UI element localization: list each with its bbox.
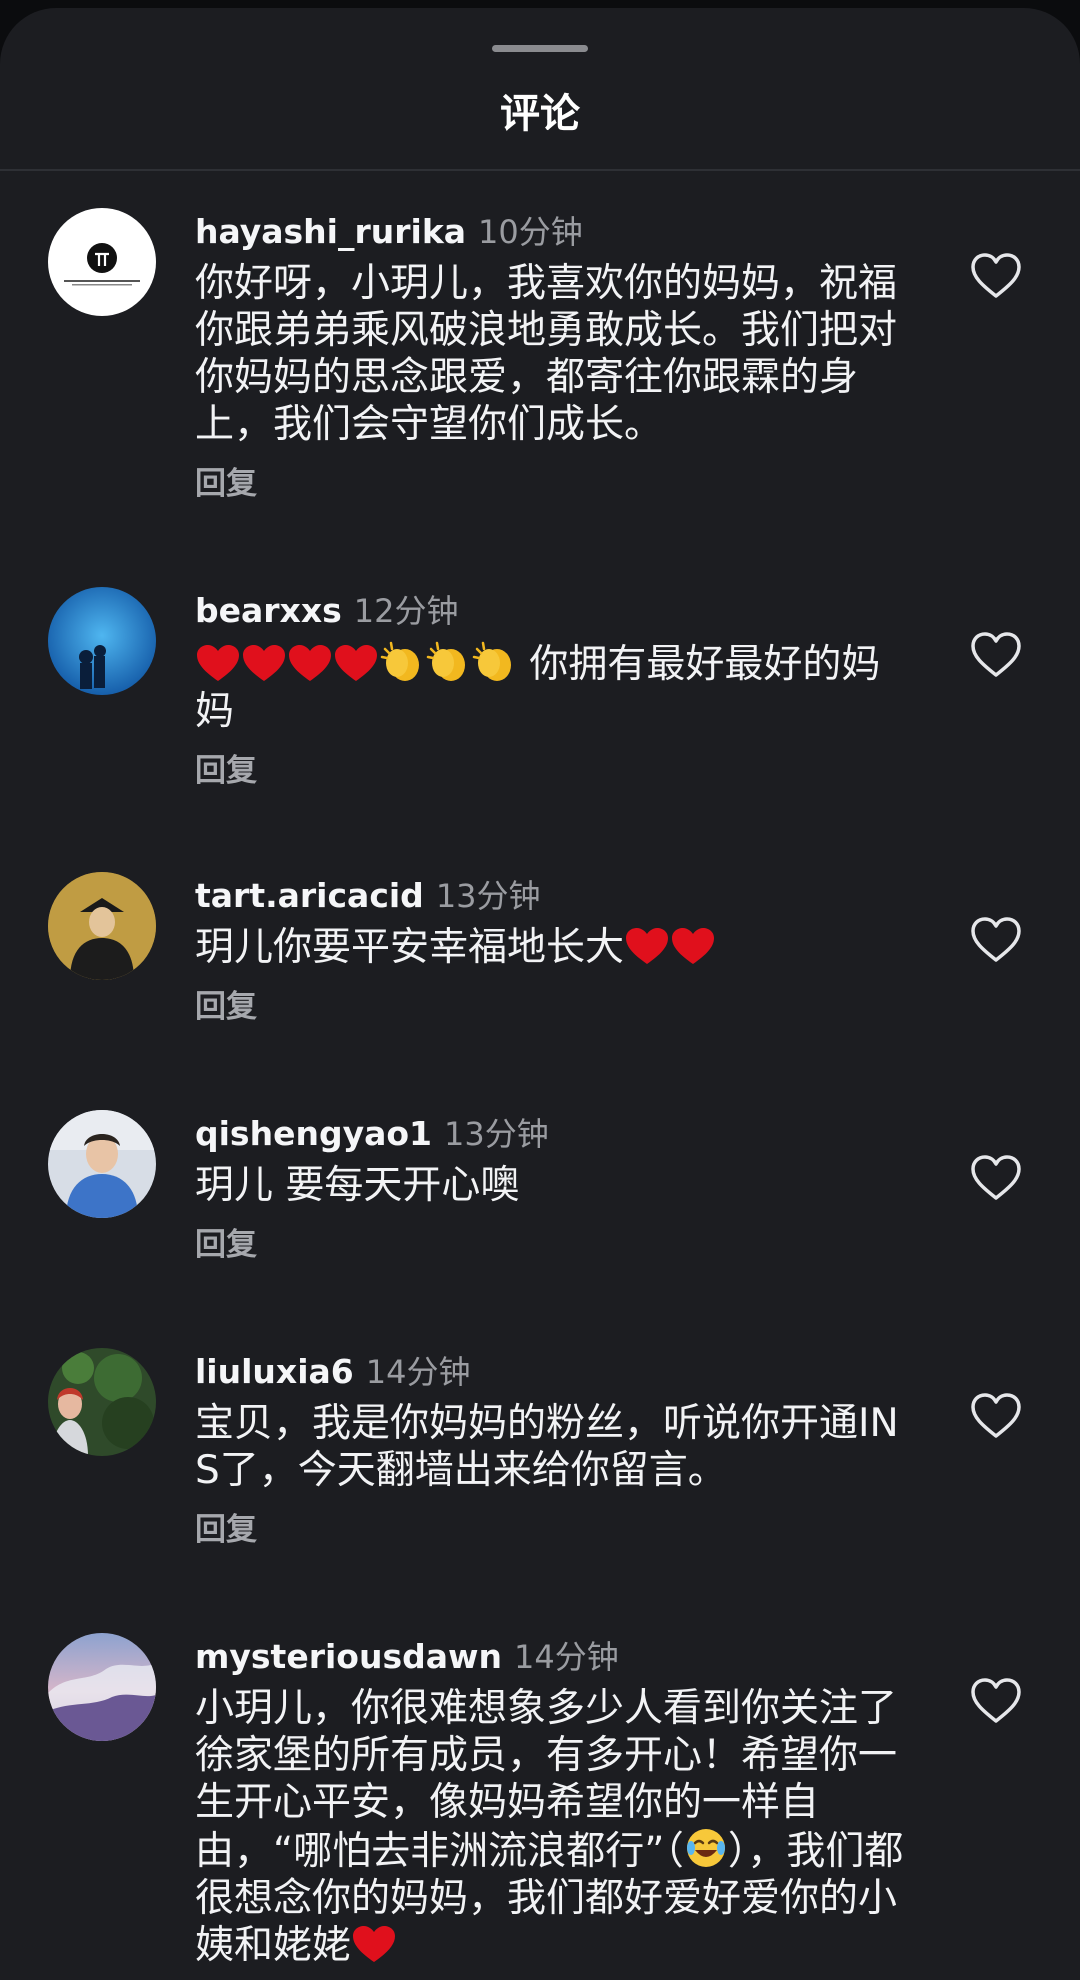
heart-outline-icon[interactable] [970,916,1022,964]
timestamp: 14分钟 [365,1353,471,1391]
timestamp: 12分钟 [353,592,459,630]
red-heart-icon [243,645,285,681]
comment-text: 你好呀，小玥儿，我喜欢你的妈妈，祝福你跟弟弟乘风破浪地勇敢成长。我们把对你妈妈的… [195,261,898,447]
clapping-hands-icon [472,641,511,681]
drag-handle[interactable] [492,45,588,52]
username[interactable]: mysteriousdawn [195,1637,502,1676]
reply-button[interactable]: 回复 [195,462,915,506]
avatar[interactable] [48,1633,156,1741]
reply-button[interactable]: 回复 [195,749,915,793]
heart-outline-icon[interactable] [970,1392,1022,1440]
red-heart-icon [672,928,715,964]
heart-outline-icon[interactable] [970,1677,1022,1725]
avatar[interactable] [48,587,156,695]
comments-sheet: 评论 hayashi_rurika 10分钟 你好呀，小玥儿，我喜欢你的妈妈，祝福… [0,8,1080,1980]
username[interactable]: qishengyao1 [195,1114,432,1153]
emoji-group [195,641,529,687]
red-heart-icon [289,645,331,681]
avatar[interactable] [48,1348,156,1456]
heart-outline-icon[interactable] [970,252,1022,300]
comment-text: 宝贝，我是你妈妈的粉丝，听说你开通INS了，今天翻墙出来给你留言。 [195,1401,899,1493]
reply-button[interactable]: 回复 [195,1508,915,1552]
avatar[interactable] [48,872,156,980]
comment-text-body: 玥儿你要平安幸福地长大 [195,925,625,970]
red-heart-icon [626,928,669,964]
red-heart-icon [353,1926,396,1962]
reply-button[interactable]: 回复 [195,1223,915,1267]
red-heart-icon [335,645,377,681]
sheet-title: 评论 [500,91,580,137]
username[interactable]: tart.aricacid [195,876,424,915]
username[interactable]: liuluxia6 [195,1352,354,1391]
clapping-hands-icon [380,641,419,681]
face-with-tears-of-joy-icon [686,1829,725,1867]
avatar[interactable] [48,208,156,316]
timestamp: 13分钟 [443,1115,549,1153]
clapping-hands-icon [426,641,465,681]
username[interactable]: hayashi_rurika [195,212,466,251]
timestamp: 14分钟 [513,1638,619,1676]
red-heart-icon [197,645,239,681]
timestamp: 13分钟 [435,877,541,915]
comment-text: 你拥有最好最好的妈妈 [195,639,915,735]
heart-outline-icon[interactable] [970,631,1022,679]
comment-text: 玥儿你要平安幸福地长大 [195,924,915,971]
comment-text: 小玥儿，你很难想象多少人看到你关注了徐家堡的所有成员，有多开心！希望你一生开心平… [195,1685,915,1969]
heart-outline-icon[interactable] [970,1154,1022,1202]
header-divider [0,169,1080,171]
username[interactable]: bearxxs [195,591,342,630]
reply-button[interactable]: 回复 [195,985,915,1029]
avatar[interactable] [48,1110,156,1218]
timestamp: 10分钟 [478,213,583,251]
comment-text: 玥儿 要每天开心噢 [195,1163,520,1208]
